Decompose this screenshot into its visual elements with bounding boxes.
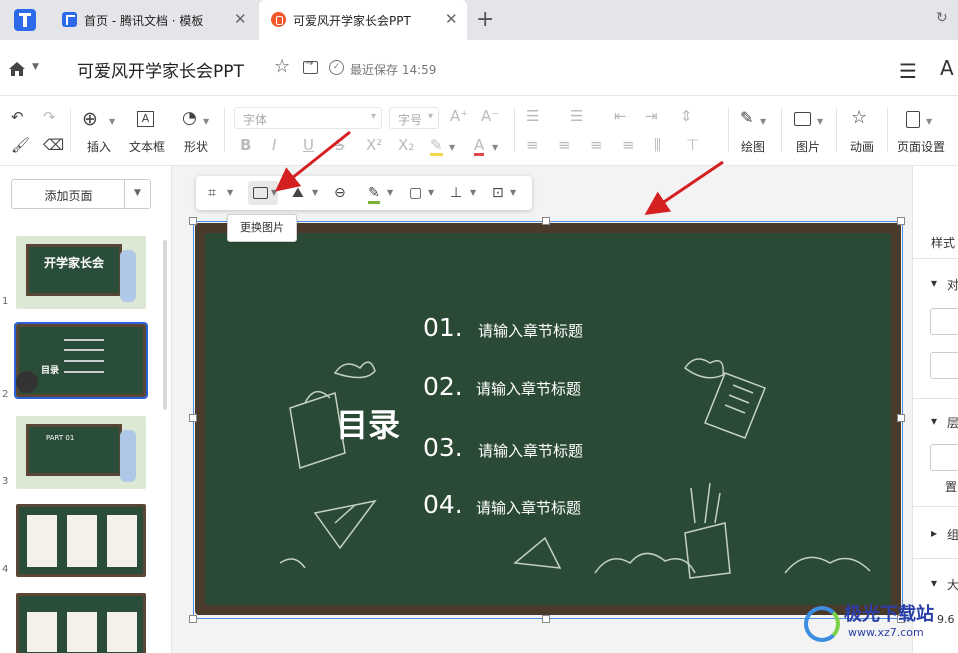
watermark: 极光下载站 www.xz7.com [800,600,950,650]
properties-panel: 样式 ▾ 对 ▾ 层 置 ▸ 组 ▾ 大 9.6 [912,166,958,653]
divider [913,558,958,559]
watermark-url: www.xz7.com [848,626,924,639]
red-arrow [644,160,724,216]
section-caret-icon[interactable]: ▾ [931,576,937,590]
section-caret-icon[interactable]: ▸ [931,526,937,540]
group-section-label[interactable]: 组 [947,526,958,543]
watermark-logo-icon [804,606,840,642]
section-caret-icon[interactable]: ▾ [931,276,937,290]
size-section-label[interactable]: 大 [947,576,958,593]
section-caret-icon[interactable]: ▾ [931,414,937,428]
align-button[interactable] [930,308,958,335]
distribute-button[interactable] [930,352,958,379]
divider [913,398,958,399]
layer-sub-label: 置 [945,480,958,494]
annotation-arrows [274,130,724,216]
style-tab[interactable]: 样式 [931,234,955,251]
divider [913,258,958,259]
red-arrow [274,130,351,192]
layer-section-label[interactable]: 层 [947,414,958,431]
watermark-text: 极光下载站 [844,604,934,625]
layer-button[interactable] [930,444,958,471]
divider [913,506,958,507]
align-section-label[interactable]: 对 [947,276,958,293]
